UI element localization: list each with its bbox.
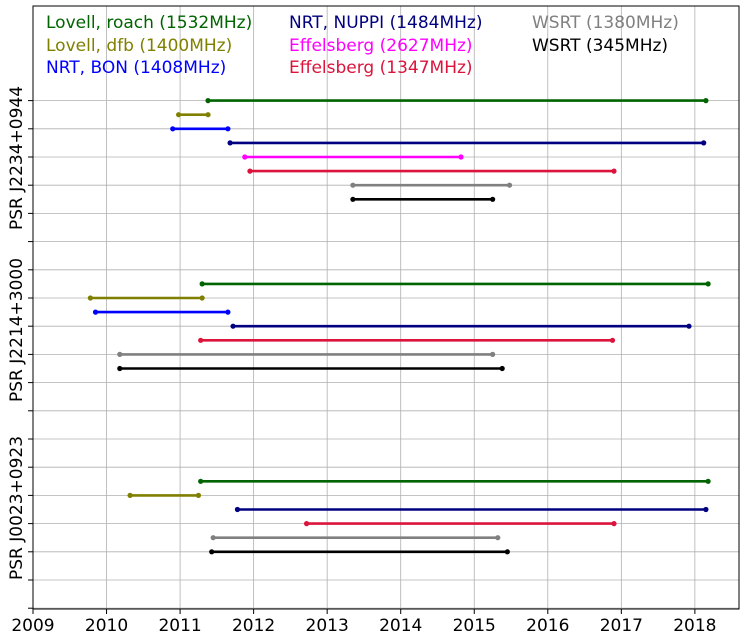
span-end-point [205, 112, 211, 118]
x-tick-label: 2015 [453, 616, 496, 636]
span-start-point [230, 323, 236, 329]
x-tick-label: 2013 [306, 616, 349, 636]
span-end-point [686, 323, 692, 329]
legend-entry: Effelsberg (1347MHz) [289, 58, 473, 78]
span-start-point [198, 478, 204, 484]
group-label: PSR J2214+3000 [7, 258, 27, 402]
span-start-point [92, 309, 99, 315]
legend-entry: WSRT (345MHz) [532, 36, 668, 56]
span-end-point [703, 506, 709, 513]
y-axis-group-labels: PSR J2234+0944 PSR J2214+3000 PSR J0023+09… [7, 86, 27, 580]
legend-entry: Lovell, dfb (1400MHz) [46, 36, 232, 56]
group-label: PSR J0023+0923 [7, 436, 27, 580]
span-start-point [350, 182, 356, 188]
span-end-point [705, 281, 711, 287]
x-tick-label: 2016 [526, 616, 569, 636]
y-axis [28, 100, 33, 609]
span-start-point [127, 492, 133, 498]
span-start-point [350, 196, 356, 202]
span-start-point [205, 98, 211, 104]
span-start-point [199, 281, 205, 287]
timeline-chart: 2009 2010 2011 2012 2013 2014 2015 2016 2017 2018… [7, 5, 740, 636]
legend-entry: WSRT (1380MHz) [532, 13, 679, 33]
span-start-point [242, 154, 248, 160]
span-end-point [490, 351, 496, 357]
x-tick-label: 2009 [11, 616, 54, 636]
span-end-point [609, 337, 616, 343]
span-start-point [117, 351, 123, 357]
span-end-point [611, 168, 617, 174]
span-start-point [176, 112, 182, 118]
span-start-point [117, 365, 123, 372]
span-end-point [490, 196, 496, 202]
span-end-point [199, 295, 205, 301]
span-end-point [701, 140, 707, 146]
span-end-point [225, 126, 231, 132]
span-end-point [458, 154, 464, 160]
legend-entry: NRT, BON (1408MHz) [46, 58, 226, 78]
x-tick-label: 2010 [85, 616, 128, 636]
span-start-point [198, 337, 204, 343]
x-tick-label: 2012 [232, 616, 275, 636]
x-tick-label: 2014 [379, 616, 422, 636]
span-start-point [247, 168, 253, 174]
span-end-point [504, 549, 510, 555]
span-end-point [495, 535, 501, 541]
span-end-point [506, 182, 513, 188]
span-start-point [209, 549, 215, 555]
span-start-point [87, 295, 93, 301]
span-end-point [705, 478, 711, 484]
span-start-point [170, 126, 176, 132]
span-end-point [499, 365, 505, 372]
x-tick-label: 2017 [600, 616, 643, 636]
span-start-point [227, 140, 233, 146]
span-end-point [225, 309, 231, 315]
span-end-point [611, 521, 617, 527]
span-start-point [234, 506, 241, 513]
legend-entry: Effelsberg (2627MHz) [289, 36, 473, 56]
legend-entry: NRT, NUPPI (1484MHz) [289, 13, 482, 33]
x-tick-label: 2018 [673, 616, 716, 636]
plot-background [33, 6, 739, 609]
legend-entry: Lovell, roach (1532MHz) [46, 13, 252, 33]
span-start-point [303, 521, 310, 527]
span-end-point [195, 492, 202, 498]
span-end-point [703, 98, 709, 104]
x-tick-label: 2011 [158, 616, 201, 636]
span-start-point [210, 535, 216, 541]
group-label: PSR J2234+0944 [7, 86, 27, 230]
x-axis: 2009 2010 2011 2012 2013 2014 2015 2016 2017 2018 [11, 609, 717, 636]
